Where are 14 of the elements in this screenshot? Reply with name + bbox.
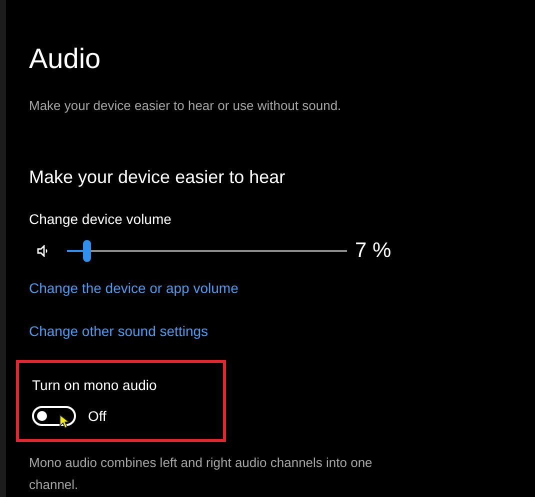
page-description: Make your device easier to hear or use without sound. [29,97,342,115]
section-heading: Make your device easier to hear [29,166,286,189]
slider-thumb[interactable] [82,240,91,262]
mono-audio-label: Turn on mono audio [32,376,157,394]
speaker-icon [37,244,49,256]
volume-reading: 7 % [355,238,392,264]
page-title: Audio [29,42,101,76]
volume-slider[interactable] [67,240,347,262]
settings-link[interactable]: Change the device or app volume [29,278,238,298]
mono-audio-description: Mono audio combines left and right audio channels into one channel. [29,454,374,494]
volume-label: Change device volume [29,210,172,229]
cursor-icon [59,414,69,428]
settings-link[interactable]: Change other sound settings [29,320,208,342]
toggle-state: Off [88,406,106,426]
